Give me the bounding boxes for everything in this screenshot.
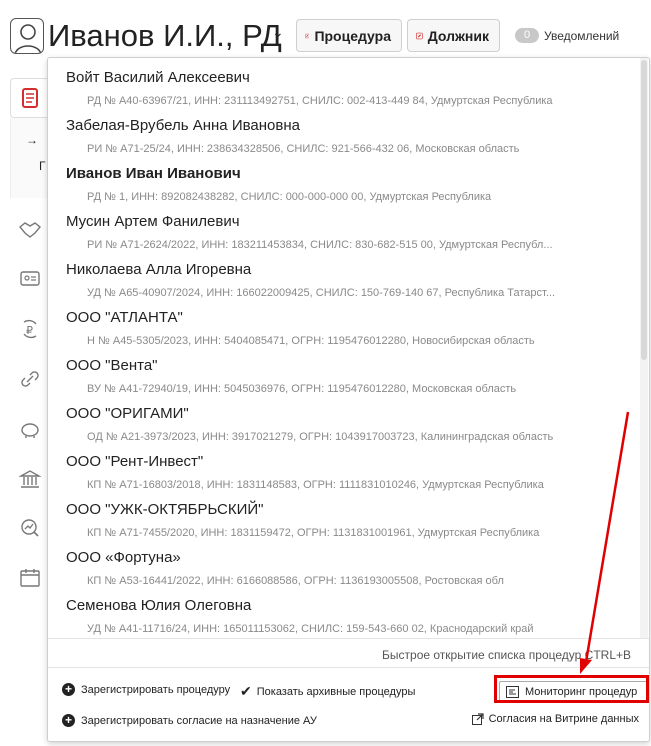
procedure-name: Семенова Юлия Олеговна (66, 597, 252, 614)
procedure-name: ООО "ОРИГАМИ" (66, 405, 189, 422)
notifications-label[interactable]: Уведомлений (544, 29, 619, 43)
document-tab[interactable] (10, 78, 50, 118)
id-card-icon[interactable] (18, 268, 42, 290)
procedure-details: КП № А71-7455/2020, ИНН: 1831159472, ОГР… (87, 527, 540, 539)
svg-text:₽: ₽ (26, 325, 33, 337)
user-avatar-icon[interactable] (10, 18, 44, 54)
procedure-list-item[interactable]: ООО "ОРИГАМИ" ОД № А21-3973/2023, ИНН: 39… (48, 394, 638, 443)
divider (48, 638, 649, 639)
procedure-details: РИ № А71-2624/2022, ИНН: 183211453834, С… (87, 239, 553, 251)
procedure-list-item[interactable]: Мусин Артем Фанилевич РИ № А71-2624/2022,… (48, 202, 638, 251)
chevron-down-icon[interactable]: ⌄ (272, 24, 284, 41)
top-header: Иванов И.И., РД ⌄ Процедура Должник 0 Ув… (0, 0, 651, 62)
ruble-refresh-icon[interactable]: ₽ (18, 318, 42, 340)
procedure-list-item[interactable]: Забелая-Врубель Анна Ивановна РИ № А71-25… (48, 106, 638, 155)
scrollbar-thumb[interactable] (641, 60, 647, 360)
procedure-details: УД № А41-11716/24, ИНН: 165011153062, СН… (87, 623, 534, 635)
pencil-icon (416, 32, 423, 39)
procedure-name: ООО "АТЛАНТА" (66, 309, 183, 326)
debtor-button[interactable]: Должник (407, 19, 500, 52)
procedure-list-item[interactable]: ООО "Вента" ВУ № А41-72940/19, ИНН: 50450… (48, 346, 638, 395)
procedure-name: Николаева Алла Игоревна (66, 261, 252, 278)
procedure-name: ООО «Фортуна» (66, 549, 181, 566)
register-procedure-link[interactable]: + Зарегистрировать процедуру (62, 683, 230, 696)
procedure-list-item[interactable]: Войт Василий Алексеевич РД № А40-63967/21… (48, 58, 638, 107)
procedure-details: Н № А45-5305/2023, ИНН: 5404085471, ОГРН… (87, 335, 535, 347)
chart-icon[interactable] (18, 517, 42, 539)
current-user-name[interactable]: Иванов И.И., РД (48, 18, 282, 54)
vitrine-consents-label: Согласия на Витрине данных (488, 713, 639, 725)
pencil-icon (305, 33, 310, 38)
procedure-name: Мусин Артем Фанилевич (66, 213, 240, 230)
register-procedure-label: Зарегистрировать процедуру (81, 683, 231, 696)
register-consent-label: Зарегистрировать согласие на назначение … (81, 714, 317, 727)
procedure-name: Иванов Иван Иванович (66, 165, 241, 182)
procedure-details: КП № А71-16803/2018, ИНН: 1831148583, ОГ… (87, 479, 544, 491)
procedure-details: РД № А40-63967/21, ИНН: 231113492751, СН… (87, 95, 553, 107)
procedure-list-item[interactable]: ООО "АТЛАНТА" Н № А45-5305/2023, ИНН: 540… (48, 298, 638, 347)
show-archived-label: Показать архивные процедуры (256, 685, 416, 698)
handshake-icon[interactable] (18, 219, 42, 241)
procedure-name: ООО "Рент-Инвест" (66, 453, 204, 470)
procedure-list-item[interactable]: Семенова Юлия Олеговна УД № А41-11716/24,… (48, 586, 638, 635)
notifications-count-badge[interactable]: 0 (515, 28, 539, 43)
document-icon (22, 88, 38, 108)
piggy-bank-icon[interactable] (18, 418, 42, 440)
procedure-button-label: Процедура (314, 27, 391, 44)
plus-circle-icon: + (62, 714, 75, 727)
checkmark-icon: ✔ (240, 683, 252, 699)
procedure-list-item[interactable]: ООО "УЖК-ОКТЯБРЬСКИЙ" КП № А71-7455/2020,… (48, 490, 638, 539)
arrow-right-icon: → (26, 133, 38, 147)
monitoring-label: Мониторинг процедур (525, 685, 638, 698)
procedure-details: ОД № А21-3973/2023, ИНН: 3917021279, ОГР… (87, 431, 554, 443)
external-link-icon (471, 713, 484, 725)
vitrine-consents-link[interactable]: Согласия на Витрине данных (471, 713, 639, 725)
procedure-name: ООО "УЖК-ОКТЯБРЬСКИЙ" (66, 501, 264, 518)
calendar-icon[interactable] (18, 567, 42, 589)
procedure-name: Войт Василий Алексеевич (66, 69, 250, 86)
procedure-details: УД № А65-40907/2024, ИНН: 166022009425, … (87, 287, 555, 299)
divider (48, 667, 649, 668)
quick-open-hint: Быстрое открытие списка процедур CTRL+B (382, 648, 631, 662)
procedure-name: Забелая-Врубель Анна Ивановна (66, 117, 300, 134)
procedure-button[interactable]: Процедура (296, 19, 402, 52)
link-icon[interactable] (18, 368, 42, 390)
list-scrollbar[interactable] (640, 58, 648, 638)
plus-circle-icon: + (62, 683, 75, 696)
procedure-dropdown: Войт Василий Алексеевич РД № А40-63967/21… (47, 57, 650, 742)
side-card (10, 118, 50, 198)
debtor-button-label: Должник (427, 27, 489, 44)
side-card-letter: Г (39, 159, 46, 173)
show-archived-toggle[interactable]: ✔ Показать архивные процедуры (240, 683, 415, 700)
procedure-list-item[interactable]: ООО "Рент-Инвест" КП № А71-16803/2018, ИН… (48, 442, 638, 491)
monitoring-icon (506, 685, 519, 698)
monitoring-button[interactable]: Мониторинг процедур (499, 681, 649, 702)
procedure-list: Войт Василий Алексеевич РД № А40-63967/21… (48, 58, 638, 638)
procedure-list-item[interactable]: ООО «Фортуна» КП № А53-16441/2022, ИНН: 6… (48, 538, 638, 587)
register-consent-link[interactable]: + Зарегистрировать согласие на назначени… (62, 714, 317, 727)
procedure-list-item[interactable]: Иванов Иван Иванович РД № 1, ИНН: 8920824… (48, 154, 638, 203)
procedure-name: ООО "Вента" (66, 357, 158, 374)
procedure-list-item[interactable]: Николаева Алла Игоревна УД № А65-40907/20… (48, 250, 638, 299)
bank-icon[interactable] (18, 468, 42, 490)
